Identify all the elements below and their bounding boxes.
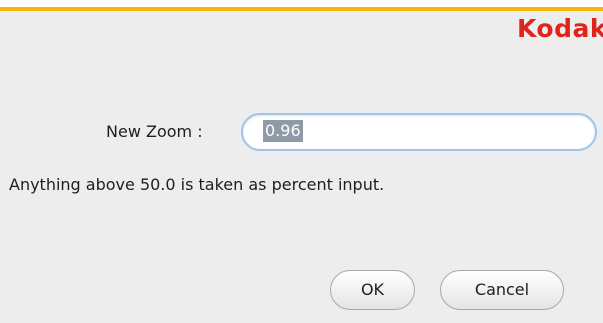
zoom-dialog: Kodak New Zoom : 0.96 Anything above 50.… xyxy=(0,0,603,323)
ok-button[interactable]: OK xyxy=(330,270,415,310)
zoom-input[interactable] xyxy=(257,121,587,143)
percent-hint-text: Anything above 50.0 is taken as percent … xyxy=(9,175,385,194)
new-zoom-label: New Zoom : xyxy=(106,122,203,141)
title-bar xyxy=(0,0,603,7)
kodak-logo: Kodak xyxy=(517,14,603,43)
cancel-button[interactable]: Cancel xyxy=(440,270,564,310)
zoom-input-selected-text: 0.96 xyxy=(263,120,303,142)
